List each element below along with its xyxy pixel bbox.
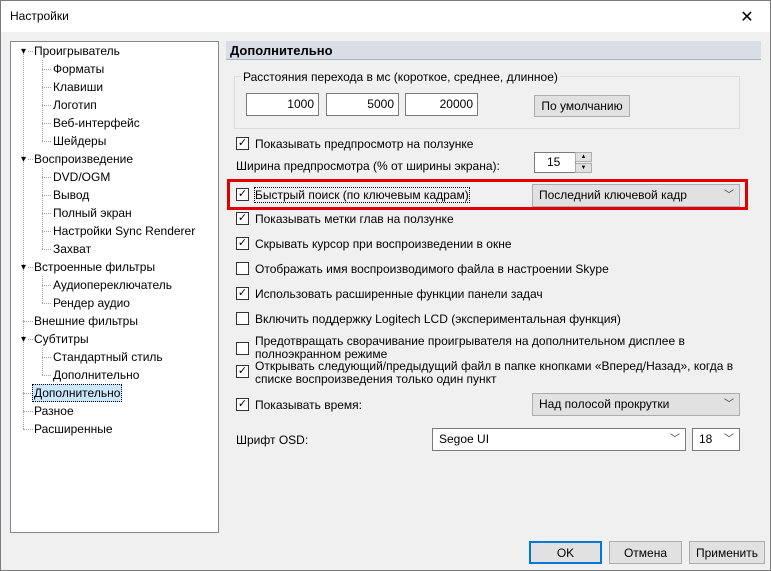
osd-font-value: Segoe UI xyxy=(439,432,490,446)
skype-status-label: Отображать имя воспроизводимого файла в … xyxy=(255,262,609,276)
osd-size-select[interactable]: 18 ﹀ xyxy=(692,428,740,451)
tree-item-playback[interactable]: Воспроизведение xyxy=(32,150,135,168)
next-prev-label: Открывать следующий/предыдущий файл в па… xyxy=(255,359,734,386)
settings-tree[interactable]: ▾ Проигрыватель Форматы Клавиши Логотип … xyxy=(10,41,219,533)
expand-internal-filters-icon[interactable]: ▾ xyxy=(19,263,28,273)
close-icon[interactable]: ✕ xyxy=(724,1,770,32)
preview-seekbar-label: Показывать предпросмотр на ползунке xyxy=(255,137,474,151)
hide-cursor-label: Скрывать курсор при воспроизведении в ок… xyxy=(255,237,512,251)
chevron-down-icon: ﹀ xyxy=(724,399,734,410)
tree-item-misc[interactable]: Разное xyxy=(32,402,76,420)
ok-button[interactable]: OK xyxy=(529,541,602,564)
show-time-row[interactable]: ✓ Показывать время: xyxy=(236,396,436,414)
tree-item-default-style[interactable]: Стандартный стиль xyxy=(51,348,165,366)
tree-item-player[interactable]: Проигрыватель xyxy=(32,42,122,60)
tree-item-shaders[interactable]: Шейдеры xyxy=(51,132,108,150)
osd-size-value: 18 xyxy=(699,432,713,446)
spin-down-icon[interactable]: ▼ xyxy=(575,163,592,173)
expand-subtitles-icon[interactable]: ▾ xyxy=(19,335,28,345)
title-bar: Настройки ✕ xyxy=(1,1,770,32)
chevron-down-icon: ﹀ xyxy=(670,434,680,445)
preview-width-spinner[interactable]: ▲ ▼ xyxy=(575,152,592,173)
logitech-lcd-checkbox[interactable] xyxy=(236,312,249,325)
next-prev-row[interactable]: ✓ Открывать следующий/предыдущий файл в … xyxy=(236,360,756,386)
tree-item-fullscreen[interactable]: Полный экран xyxy=(51,204,134,222)
chapter-marks-label: Показывать метки глав на ползунке xyxy=(255,212,454,226)
show-time-checkbox[interactable]: ✓ xyxy=(236,398,249,411)
expand-proigryvatel-icon[interactable]: ▾ xyxy=(19,47,28,57)
preview-seekbar-checkbox[interactable]: ✓ xyxy=(236,137,249,150)
fast-seek-mode-value: Последний ключевой кадр xyxy=(539,188,687,202)
fast-seek-row[interactable]: ✓ Быстрый поиск (по ключевым кадрам) xyxy=(236,186,526,204)
preview-width-input[interactable]: 15 xyxy=(534,152,576,173)
tree-item-dvd-ogm[interactable]: DVD/OGM xyxy=(51,168,112,186)
logitech-lcd-row[interactable]: Включить поддержку Logitech LCD (экспери… xyxy=(236,310,636,328)
logitech-lcd-label: Включить поддержку Logitech LCD (экспери… xyxy=(255,312,621,326)
osd-font-select[interactable]: Segoe UI ﹀ xyxy=(432,428,686,451)
fast-seek-checkbox[interactable]: ✓ xyxy=(236,188,249,201)
show-time-label: Показывать время: xyxy=(255,398,363,412)
skype-status-row[interactable]: Отображать имя воспроизводимого файла в … xyxy=(236,260,636,278)
tree-item-subtitles-advanced[interactable]: Дополнительно xyxy=(51,366,141,384)
show-time-select[interactable]: Над полосой прокрутки ﹀ xyxy=(532,393,740,416)
tree-item-external-filters[interactable]: Внешние фильтры xyxy=(32,312,140,330)
page-title: Дополнительно xyxy=(226,41,761,60)
taskbar-row[interactable]: ✓ Использовать расширенные функции панел… xyxy=(236,285,556,303)
seek-long-input[interactable]: 20000 xyxy=(405,93,478,116)
window-title: Настройки xyxy=(10,9,69,23)
expand-playback-icon[interactable]: ▾ xyxy=(19,155,28,165)
spin-up-icon[interactable]: ▲ xyxy=(575,152,592,162)
fast-seek-label: Быстрый поиск (по ключевым кадрам) xyxy=(254,187,470,203)
hide-cursor-row[interactable]: ✓ Скрывать курсор при воспроизведении в … xyxy=(236,235,536,253)
seek-defaults-button[interactable]: По умолчанию xyxy=(534,95,630,117)
tree-item-web-ui[interactable]: Веб-интерфейс xyxy=(51,114,142,132)
prevent-minimize-checkbox[interactable] xyxy=(236,342,249,355)
tree-item-extended[interactable]: Расширенные xyxy=(32,420,115,438)
fast-seek-mode-select[interactable]: Последний ключевой кадр ﹀ xyxy=(532,184,740,207)
taskbar-label: Использовать расширенные функции панели … xyxy=(255,287,543,301)
tree-item-audio-switcher[interactable]: Аудиопереключатель xyxy=(51,276,174,294)
tree-item-sync-renderer[interactable]: Настройки Sync Renderer xyxy=(51,222,197,240)
show-time-value: Над полосой прокрутки xyxy=(539,397,670,411)
chapter-marks-row[interactable]: ✓ Показывать метки глав на ползунке xyxy=(236,210,536,228)
chevron-down-icon: ﹀ xyxy=(724,190,734,201)
chevron-down-icon: ﹀ xyxy=(724,434,734,445)
preview-width-label: Ширина предпросмотра (% от ширины экрана… xyxy=(236,159,500,173)
osd-font-label: Шрифт OSD: xyxy=(236,433,309,447)
tree-item-audio-renderer[interactable]: Рендер аудио xyxy=(51,294,132,312)
chapter-marks-checkbox[interactable]: ✓ xyxy=(236,212,249,225)
tree-item-internal-filters[interactable]: Встроенные фильтры xyxy=(32,258,157,276)
cancel-button[interactable]: Отмена xyxy=(609,541,682,564)
tree-item-formats[interactable]: Форматы xyxy=(51,60,106,78)
settings-window: Настройки ✕ ▾ Проигрыватель Форматы Клав… xyxy=(0,0,771,571)
seek-medium-input[interactable]: 5000 xyxy=(326,93,399,116)
tree-item-subtitles[interactable]: Субтитры xyxy=(32,330,91,348)
apply-button[interactable]: Применить xyxy=(689,541,765,564)
tree-item-logo[interactable]: Логотип xyxy=(51,96,99,114)
prevent-minimize-label: Предотвращать сворачивание проигрывателя… xyxy=(255,334,685,361)
next-prev-checkbox[interactable]: ✓ xyxy=(236,365,249,378)
skype-status-checkbox[interactable] xyxy=(236,262,249,275)
tree-item-output[interactable]: Вывод xyxy=(51,186,91,204)
tree-item-advanced[interactable]: Дополнительно xyxy=(32,384,123,402)
tree-item-capture[interactable]: Захват xyxy=(51,240,93,258)
prevent-minimize-row[interactable]: Предотвращать сворачивание проигрывателя… xyxy=(236,335,756,361)
tree-item-keys[interactable]: Клавиши xyxy=(51,78,105,96)
seek-distances-legend: Расстояния перехода в мс (короткое, сред… xyxy=(241,70,560,84)
hide-cursor-checkbox[interactable]: ✓ xyxy=(236,237,249,250)
seek-short-input[interactable]: 1000 xyxy=(246,93,319,116)
preview-seekbar-row[interactable]: ✓ Показывать предпросмотр на ползунке xyxy=(236,135,536,153)
taskbar-checkbox[interactable]: ✓ xyxy=(236,287,249,300)
